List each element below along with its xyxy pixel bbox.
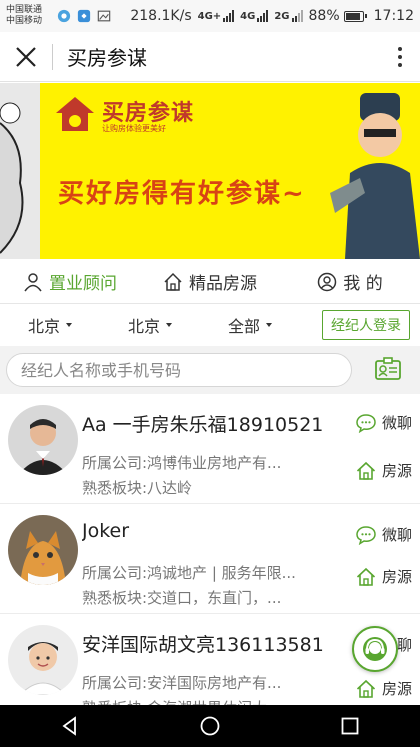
carrier-1: 中国联通 — [6, 5, 43, 15]
page-title: 买房参谋 — [67, 46, 147, 70]
avatar — [8, 405, 78, 475]
chat-bubble-icon — [356, 413, 376, 433]
customer-service-button[interactable] — [352, 626, 398, 672]
chat-button[interactable]: 微聊 — [356, 412, 412, 433]
tab-label: 精品房源 — [189, 274, 257, 294]
agent-company: 所属公司:鸿博伟业房地产有... — [82, 454, 282, 472]
net-type-2: 4G — [240, 10, 256, 22]
tab-listings[interactable]: 精品房源 — [140, 260, 280, 303]
net-speed: 218.1K/s — [130, 8, 192, 24]
headset-icon — [363, 637, 387, 661]
signal-icon-2 — [257, 10, 269, 22]
system-nav-bar — [0, 705, 420, 747]
status-bar: 中国联通 中国移动 218.1K/s 4G+ 4G 2G 88% 17:12 — [0, 0, 420, 32]
agent-company: 所属公司:鸿诚地产 | 服务年限... — [82, 564, 296, 582]
caret-down-icon — [266, 323, 272, 327]
agent-name: Joker — [82, 520, 130, 542]
user-circle-icon — [318, 272, 337, 291]
banner-slogan: 买好房得有好参谋~ — [58, 179, 306, 209]
listings-button[interactable]: 房源 — [356, 460, 412, 481]
tab-consultant[interactable]: 置业顾问 — [0, 260, 140, 303]
tab-mine[interactable]: 我 的 — [280, 260, 420, 303]
signal-icon — [223, 10, 235, 22]
signal-icon-3 — [291, 10, 303, 22]
banner-cartoon-figure — [330, 93, 420, 259]
chat-bubble-icon — [356, 525, 376, 545]
contact-card-button[interactable] — [374, 356, 402, 384]
house-icon — [356, 567, 376, 586]
agent-list-item[interactable]: Joker 所属公司:鸿诚地产 | 服务年限... 熟悉板块:交道口，东直门，.… — [0, 506, 420, 614]
agent-area: 熟悉板块:金海湖世界休闲大... — [82, 697, 310, 705]
filter-label: 北京 — [127, 317, 160, 336]
agent-area: 熟悉板块:交道口，东直门，... — [82, 589, 282, 607]
promo-banner[interactable]: 买房参谋 让购房体验更美好 买好房得有好参谋~ — [0, 83, 420, 259]
agent-company: 所属公司:安洋国际房地产有... — [82, 674, 282, 692]
chat-label: 微聊 — [382, 414, 413, 432]
app-notify-icon — [76, 8, 92, 24]
battery-percent: 88% — [308, 8, 340, 24]
filter-label: 全部 — [227, 317, 260, 336]
house-icon — [164, 272, 182, 291]
clock: 17:12 — [373, 8, 414, 24]
close-button[interactable] — [0, 32, 52, 82]
banner-cartoon-left — [0, 83, 40, 259]
agent-list-item[interactable]: Aa 一手房朱乐福18910521 所属公司:鸿博伟业房地产有... 熟悉板块:… — [0, 396, 420, 504]
search-input[interactable] — [6, 353, 352, 387]
more-dot-icon — [398, 46, 402, 51]
agent-name: 安洋国际胡文亮136113581 — [82, 634, 324, 656]
tab-bar: 置业顾问 精品房源 我 的 — [0, 260, 420, 304]
battery-icon — [343, 10, 367, 22]
listings-label: 房源 — [382, 680, 413, 698]
recents-icon[interactable] — [339, 715, 361, 737]
title-divider — [52, 43, 53, 70]
more-menu-button[interactable] — [380, 32, 420, 82]
chat-label: 微聊 — [382, 526, 413, 544]
agent-area: 熟悉板块:八达岭 — [82, 479, 193, 497]
image-notify-icon — [96, 8, 112, 24]
filter-label: 北京 — [27, 317, 60, 336]
tab-label: 我 的 — [343, 274, 383, 294]
filter-district[interactable]: 北京 — [100, 313, 200, 337]
avatar — [8, 515, 78, 585]
listings-label: 房源 — [382, 568, 413, 586]
shield-icon — [56, 8, 72, 24]
net-type-1: 4G+ — [197, 10, 222, 22]
close-icon — [16, 46, 36, 67]
agent-login-button[interactable]: 经纪人登录 — [322, 310, 410, 340]
filter-row: 北京 北京 全部 经纪人登录 — [0, 306, 420, 344]
avatar — [8, 625, 78, 695]
listings-button[interactable]: 房源 — [356, 566, 412, 587]
listings-button[interactable]: 房源 — [356, 678, 412, 699]
tab-label: 置业顾问 — [49, 274, 117, 294]
filter-city[interactable]: 北京 — [0, 313, 100, 337]
home-icon[interactable] — [199, 715, 221, 737]
title-bar: 买房参谋 — [0, 32, 420, 82]
caret-down-icon — [66, 323, 72, 327]
house-icon — [356, 461, 376, 480]
person-icon — [24, 272, 42, 291]
carrier-2: 中国移动 — [6, 16, 43, 26]
house-icon — [356, 679, 376, 698]
chat-button[interactable]: 微聊 — [356, 524, 412, 545]
banner-logo-subtitle: 让购房体验更美好 — [102, 124, 166, 133]
back-icon[interactable] — [59, 715, 81, 737]
logo-house-icon — [56, 97, 94, 131]
search-row — [0, 346, 420, 394]
net-type-3: 2G — [274, 10, 290, 22]
listings-label: 房源 — [382, 462, 413, 480]
carrier-info: 中国联通 中国移动 — [6, 5, 52, 27]
contact-card-icon — [375, 357, 401, 380]
agent-name: Aa 一手房朱乐福18910521 — [82, 414, 324, 436]
caret-down-icon — [166, 323, 172, 327]
filter-type[interactable]: 全部 — [200, 313, 300, 337]
